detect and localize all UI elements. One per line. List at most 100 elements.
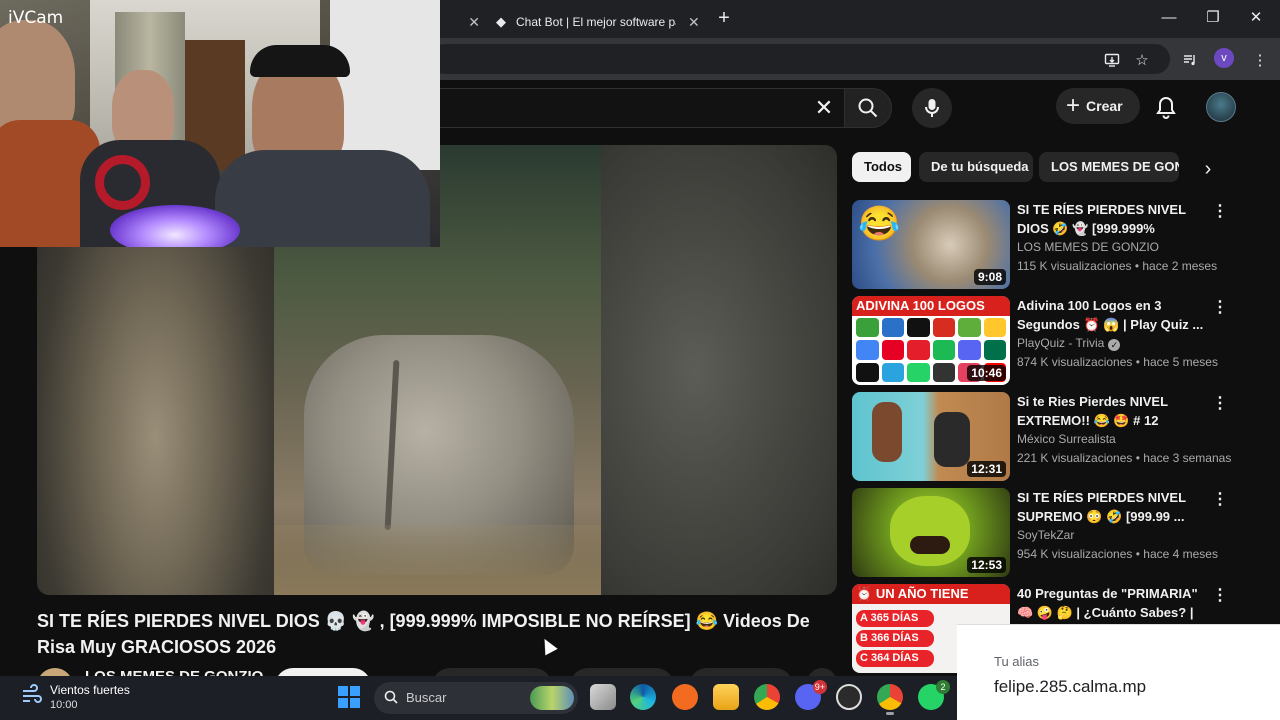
video-thumbnail[interactable]: ADIVINA 100 LOGOS 10:46 — [852, 296, 1010, 385]
laughing-emoji-icon: 😂 — [858, 205, 901, 243]
thumbnail-figure — [872, 402, 902, 462]
dry-grass — [274, 525, 601, 595]
search-button[interactable] — [844, 88, 892, 128]
account-avatar[interactable] — [1206, 92, 1236, 122]
weather-time: 10:00 — [50, 699, 78, 711]
recommendation-item[interactable]: ADIVINA 100 LOGOS 10:46 Adivina 100 Logo… — [852, 296, 1272, 386]
minimize-button[interactable]: — — [1149, 4, 1189, 32]
recommendation-title: Si te Ries Pierdes NIVEL EXTREMO!! 😂 🤩 #… — [1017, 394, 1168, 428]
banner-text: UN AÑO TIENE — [875, 586, 969, 601]
search-box — [420, 88, 844, 128]
media-controls-icon[interactable] — [1180, 50, 1200, 70]
alias-label: Tu alias — [994, 654, 1040, 669]
alias-popup: Tu alias felipe.285.calma.mp — [957, 624, 1280, 720]
windows-start-icon[interactable] — [338, 686, 360, 708]
search-icon — [384, 682, 398, 714]
avast-icon[interactable] — [672, 684, 698, 710]
taskbar-search[interactable]: Buscar — [374, 682, 578, 714]
browser-profile-avatar[interactable]: v — [1214, 48, 1234, 68]
task-view-icon[interactable] — [590, 684, 616, 710]
create-button[interactable]: + Crear — [1056, 88, 1140, 124]
channel-name: LOS MEMES DE GONZIO — [1017, 240, 1160, 254]
video-thumbnail[interactable]: 12:31 — [852, 392, 1010, 481]
verified-check-icon: ✓ — [1108, 339, 1121, 351]
alias-value[interactable]: felipe.285.calma.mp — [994, 677, 1146, 697]
notification-badge: 9+ — [812, 680, 827, 694]
chrome-icon[interactable] — [754, 684, 780, 710]
recommendation-meta: 221 K visualizaciones • hace 3 semanas — [1017, 451, 1232, 465]
recommendation-channel: LOS MEMES DE GONZIO — [1017, 240, 1159, 254]
quiz-option: B 366 DÍAS — [856, 630, 934, 647]
person-right-body — [215, 150, 430, 247]
create-label: Crear — [1086, 98, 1123, 114]
chrome-profile-icon[interactable] — [877, 684, 903, 715]
discord-icon[interactable]: 9+ — [795, 680, 827, 710]
voice-search-button[interactable] — [912, 88, 952, 128]
tab-title: Chat Bot | El mejor software para — [516, 15, 676, 29]
more-options-icon[interactable]: ⋮ — [1212, 394, 1228, 414]
more-options-icon[interactable]: ⋮ — [1212, 298, 1228, 318]
recommendation-title: Adivina 100 Logos en 3 Segundos ⏰ 😱 | Pl… — [1017, 298, 1204, 332]
tab-close-icon[interactable]: ✕ — [468, 14, 480, 31]
whatsapp-icon[interactable]: 2 — [918, 680, 950, 710]
more-options-icon[interactable]: ⋮ — [1212, 202, 1228, 222]
search-input[interactable] — [421, 89, 801, 127]
video-duration: 12:53 — [967, 557, 1006, 573]
thumbnail-banner: ⏰ UN AÑO TIENE — [852, 584, 1010, 604]
address-bar[interactable] — [430, 44, 1170, 74]
channel-name: SoyTekZar — [1017, 528, 1075, 542]
tab-close-icon[interactable]: ✕ — [688, 14, 700, 31]
recommendation-channel: PlayQuiz - Trivia ✓ — [1017, 336, 1121, 351]
recommendation-channel: SoyTekZar — [1017, 528, 1074, 542]
more-options-icon[interactable]: ⋮ — [1212, 586, 1228, 606]
notification-badge: 2 — [936, 680, 950, 694]
recommendation-item[interactable]: 12:31 Si te Ries Pierdes NIVEL EXTREMO!!… — [852, 392, 1272, 482]
chip-de-tu-busqueda[interactable]: De tu búsqueda — [919, 152, 1033, 182]
recommendation-item[interactable]: 😂 9:08 SI TE RÍES PIERDES NIVEL DIOS 🤣 👻… — [852, 200, 1272, 290]
recommendation-title: SI TE RÍES PIERDES NIVEL SUPREMO 😳 🤣 [99… — [1017, 490, 1186, 524]
taskbar-search-placeholder: Buscar — [406, 690, 447, 705]
obs-icon[interactable] — [836, 684, 862, 710]
maximize-button[interactable]: ❐ — [1193, 4, 1233, 32]
headset — [95, 155, 150, 210]
chevron-right-icon[interactable]: › — [1196, 155, 1220, 183]
clear-search-icon[interactable]: ✕ — [808, 92, 840, 124]
chip-todos[interactable]: Todos — [852, 152, 911, 182]
thumbnail-banner: ADIVINA 100 LOGOS — [852, 296, 1010, 316]
recommendation-meta: 874 K visualizaciones • hace 5 meses — [1017, 355, 1218, 369]
webcam-label: iVCam — [8, 8, 64, 28]
video-duration: 12:31 — [967, 461, 1006, 477]
more-options-icon[interactable]: ⋮ — [1212, 490, 1228, 510]
tab-chat-bot[interactable]: ◆ Chat Bot | El mejor software para ✕ — [484, 6, 706, 38]
filter-chips: Todos De tu búsqueda LOS MEMES DE GONZIO — [852, 152, 1222, 184]
notifications-bell-icon[interactable] — [1152, 94, 1180, 122]
clock-icon: ⏰ — [856, 586, 873, 601]
edge-icon[interactable] — [630, 684, 656, 710]
diamond-icon: ◆ — [496, 14, 506, 29]
file-explorer-icon[interactable] — [713, 684, 739, 710]
video-thumbnail[interactable]: 😂 9:08 — [852, 200, 1010, 289]
video-thumbnail[interactable]: 12:53 — [852, 488, 1010, 577]
windows-taskbar: Vientos fuertes 10:00 Buscar 9+ 2 — [0, 676, 957, 720]
microphone-icon — [925, 99, 939, 117]
recommendation-meta: 954 K visualizaciones • hace 4 meses — [1017, 547, 1218, 561]
option-text: 364 DÍAS — [871, 652, 919, 664]
thumbnail-figure — [934, 412, 970, 467]
ogre-face — [890, 496, 970, 566]
video-duration: 10:46 — [967, 365, 1006, 381]
bookmark-star-icon[interactable]: ☆ — [1132, 50, 1152, 70]
new-tab-button[interactable]: + — [712, 6, 736, 30]
quiz-option: C 364 DÍAS — [856, 650, 934, 667]
weather-title[interactable]: Vientos fuertes — [50, 683, 130, 697]
chip-channel[interactable]: LOS MEMES DE GONZIO — [1039, 152, 1179, 182]
wind-weather-icon[interactable] — [20, 683, 46, 709]
install-app-icon[interactable] — [1102, 50, 1122, 70]
quiz-option: A 365 DÍAS — [856, 610, 934, 627]
recommendation-title: SI TE RÍES PIERDES NIVEL DIOS 🤣 👻 [999.9… — [1017, 202, 1186, 236]
close-window-button[interactable]: ✕ — [1236, 4, 1276, 32]
channel-name: México Surrealista — [1017, 432, 1116, 446]
recommendation-item[interactable]: 12:53 SI TE RÍES PIERDES NIVEL SUPREMO 😳… — [852, 488, 1272, 578]
person-middle-face — [112, 70, 174, 150]
browser-menu-icon[interactable]: ⋮ — [1250, 50, 1270, 70]
search-highlight-image — [530, 686, 574, 710]
